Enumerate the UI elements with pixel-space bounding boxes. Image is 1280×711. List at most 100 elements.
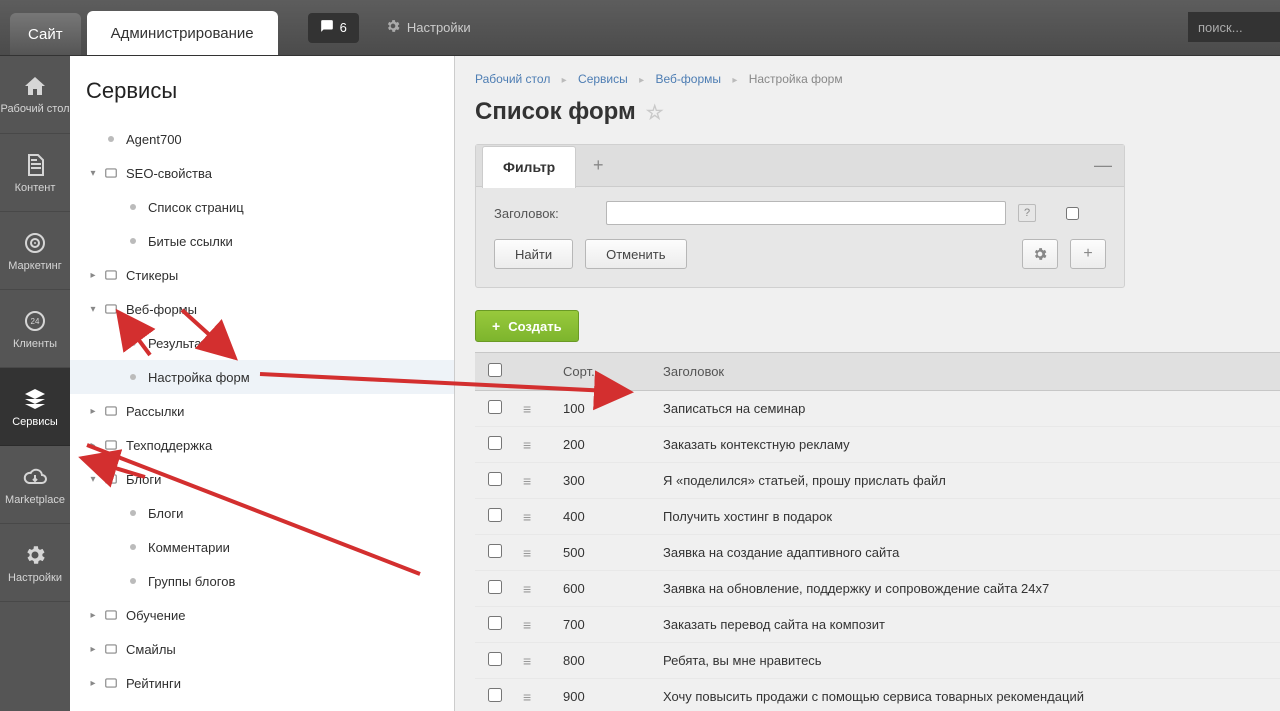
toggle-icon[interactable]: ▸ xyxy=(88,270,98,281)
notification-button[interactable]: 6 xyxy=(308,13,359,43)
table-row[interactable]: ≡300Я «поделился» статьей, прошу прислат… xyxy=(475,463,1280,499)
tree-item[interactable]: ▸Смайлы xyxy=(70,632,454,666)
tree-item[interactable]: Битые ссылки xyxy=(70,224,454,258)
filter-title-input[interactable] xyxy=(606,201,1006,225)
tree-item[interactable]: ▸ Стикеры xyxy=(70,258,454,292)
tree-item[interactable]: ▾SEO-свойства xyxy=(70,156,454,190)
tree-item[interactable]: ▾Веб-формы xyxy=(70,292,454,326)
breadcrumb-link[interactable]: Веб-формы xyxy=(655,72,721,86)
tree-item[interactable]: Группы блогов xyxy=(70,564,454,598)
select-all-checkbox[interactable] xyxy=(488,363,502,377)
toggle-icon[interactable]: ▾ xyxy=(88,304,98,315)
row-checkbox[interactable] xyxy=(488,400,502,414)
tree-item[interactable]: Настройка форм xyxy=(70,360,454,394)
tree-item[interactable]: Список страниц xyxy=(70,190,454,224)
tree-item-label: Стикеры xyxy=(126,268,178,283)
top-settings-button[interactable]: Настройки xyxy=(377,13,479,43)
star-icon[interactable]: ☆ xyxy=(646,100,664,125)
drag-handle-icon[interactable]: ≡ xyxy=(523,473,530,489)
table-row[interactable]: ≡800Ребята, вы мне нравитесь xyxy=(475,643,1280,679)
table-row[interactable]: ≡500Заявка на создание адаптивного сайта xyxy=(475,535,1280,571)
table-row[interactable]: ≡ 200Заказать контекстную рекламу xyxy=(475,427,1280,463)
col-sort[interactable]: Сорт. xyxy=(555,353,655,391)
cell-sort: 200 xyxy=(555,427,655,463)
row-checkbox[interactable] xyxy=(488,652,502,666)
rail-content[interactable]: Контент xyxy=(0,134,70,212)
toggle-icon[interactable]: ▾ xyxy=(88,474,98,485)
folder-icon xyxy=(104,302,118,316)
filter-tab[interactable]: Фильтр xyxy=(482,146,576,188)
cancel-button[interactable]: Отменить xyxy=(585,239,686,269)
rail-services[interactable]: Сервисы xyxy=(0,368,70,446)
drag-handle-icon[interactable]: ≡ xyxy=(523,401,530,417)
drag-handle-icon[interactable]: ≡ xyxy=(523,617,530,633)
tree-item[interactable]: Результаты xyxy=(70,326,454,360)
tree-item[interactable]: Комментарии xyxy=(70,530,454,564)
filter-add-button[interactable]: + xyxy=(1070,239,1106,269)
row-checkbox[interactable] xyxy=(488,580,502,594)
drag-handle-icon[interactable]: ≡ xyxy=(523,581,530,597)
row-checkbox[interactable] xyxy=(488,544,502,558)
search-input[interactable] xyxy=(1188,12,1280,42)
drag-handle-icon[interactable]: ≡ xyxy=(523,509,530,525)
row-checkbox[interactable] xyxy=(488,436,502,450)
row-checkbox[interactable] xyxy=(488,616,502,630)
rail-label: Контент xyxy=(15,182,56,194)
toggle-icon[interactable]: ▸ xyxy=(88,610,98,621)
tree-item[interactable]: Блоги xyxy=(70,496,454,530)
tree-item-label: Рейтинги xyxy=(126,676,181,691)
toggle-icon[interactable]: ▸ xyxy=(88,440,98,451)
tree-item-label: Блоги xyxy=(126,472,161,487)
drag-handle-icon[interactable]: ≡ xyxy=(523,545,530,561)
rail-label: Маркетинг xyxy=(8,260,61,272)
filter-settings-button[interactable] xyxy=(1022,239,1058,269)
cell-sort: 100 xyxy=(555,391,655,427)
row-checkbox[interactable] xyxy=(488,688,502,702)
breadcrumb-link[interactable]: Сервисы xyxy=(578,72,628,86)
rail-desktop[interactable]: Рабочий стол xyxy=(0,56,70,134)
main-content: Рабочий стол ▸ Сервисы ▸ Веб-формы ▸ Нас… xyxy=(455,56,1280,711)
layers-icon xyxy=(22,386,48,412)
folder-icon xyxy=(126,336,140,350)
rail-marketing[interactable]: Маркетинг xyxy=(0,212,70,290)
toggle-icon[interactable]: ▸ xyxy=(88,644,98,655)
tree-item[interactable]: ▸ Рейтинги xyxy=(70,666,454,700)
table-row[interactable]: ≡900Хочу повысить продажи с помощью серв… xyxy=(475,679,1280,711)
tree-item[interactable]: ▸Техподдержка xyxy=(70,428,454,462)
rail-label: Клиенты xyxy=(13,338,57,350)
table-row[interactable]: ≡400Получить хостинг в подарок xyxy=(475,499,1280,535)
tree-item-label: Результаты xyxy=(148,336,216,351)
rail-clients[interactable]: 24 Клиенты xyxy=(0,290,70,368)
help-icon[interactable]: ? xyxy=(1018,204,1036,222)
add-filter-tab[interactable]: + xyxy=(580,148,616,184)
toggle-icon[interactable]: ▾ xyxy=(88,168,98,179)
table-row[interactable]: ≡600Заявка на обновление, поддержку и со… xyxy=(475,571,1280,607)
row-checkbox[interactable] xyxy=(488,472,502,486)
tab-administration[interactable]: Администрирование xyxy=(87,11,278,55)
create-button-label: Создать xyxy=(508,319,561,334)
row-checkbox[interactable] xyxy=(488,508,502,522)
tree-item[interactable]: Agent700 xyxy=(70,122,454,156)
cell-title: Заказать контекстную рекламу xyxy=(655,427,1280,463)
cell-sort: 700 xyxy=(555,607,655,643)
toggle-icon[interactable]: ▸ xyxy=(88,678,98,689)
drag-handle-icon[interactable]: ≡ xyxy=(523,653,530,669)
tree-item[interactable]: ▸Обучение xyxy=(70,598,454,632)
rail-settings[interactable]: Настройки xyxy=(0,524,70,602)
toggle-icon[interactable]: ▸ xyxy=(88,406,98,417)
tree-item[interactable]: ▾ Блоги xyxy=(70,462,454,496)
filter-checkbox[interactable] xyxy=(1066,207,1079,220)
tree-item[interactable]: ▸Рассылки xyxy=(70,394,454,428)
folder-icon xyxy=(126,574,140,588)
drag-handle-icon[interactable]: ≡ xyxy=(523,689,530,705)
find-button[interactable]: Найти xyxy=(494,239,573,269)
collapse-icon[interactable]: — xyxy=(1094,155,1112,176)
create-button[interactable]: + Создать xyxy=(475,310,579,342)
tab-site[interactable]: Сайт xyxy=(10,13,81,55)
rail-marketplace[interactable]: Marketplace xyxy=(0,446,70,524)
table-row[interactable]: ≡100Записаться на семинар xyxy=(475,391,1280,427)
breadcrumb-link[interactable]: Рабочий стол xyxy=(475,72,550,86)
col-title[interactable]: Заголовок xyxy=(655,353,1280,391)
table-row[interactable]: ≡700Заказать перевод сайта на композит xyxy=(475,607,1280,643)
drag-handle-icon[interactable]: ≡ xyxy=(523,437,530,453)
